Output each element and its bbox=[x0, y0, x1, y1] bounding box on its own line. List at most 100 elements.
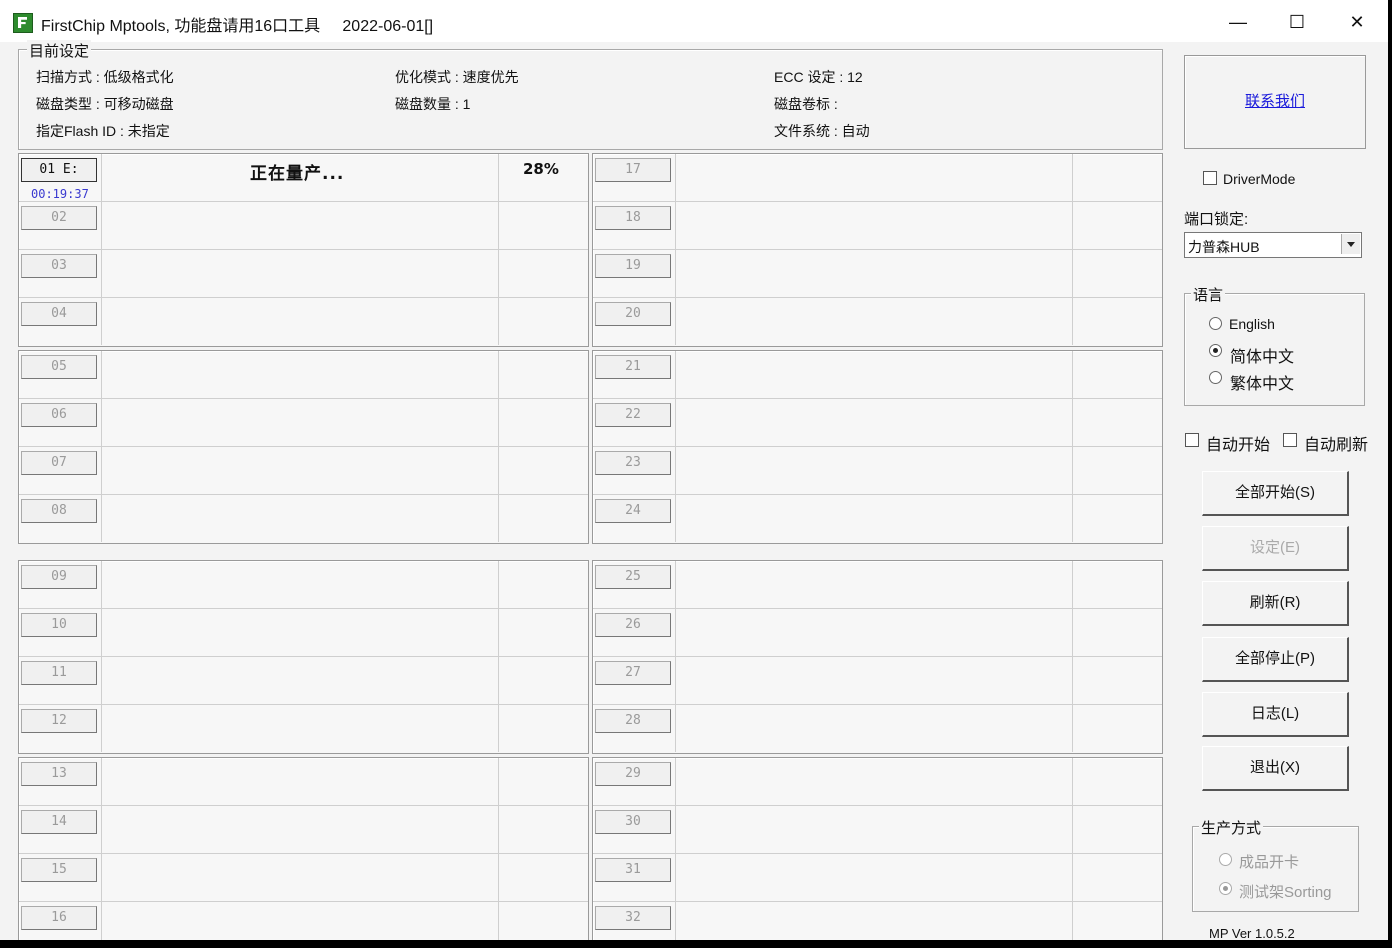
port-button-27[interactable]: 27 bbox=[595, 661, 671, 685]
maximize-button[interactable]: ☐ bbox=[1277, 8, 1317, 36]
port-status-cell bbox=[675, 758, 1072, 805]
port-button-28[interactable]: 28 bbox=[595, 709, 671, 733]
minimize-button[interactable]: — bbox=[1218, 8, 1258, 36]
scan-mode: 扫描方式 : 低级格式化 bbox=[36, 69, 174, 85]
port-row: 14 bbox=[19, 806, 588, 854]
port-button-12[interactable]: 12 bbox=[21, 709, 97, 733]
port-percent-cell bbox=[1072, 657, 1162, 704]
port-percent-cell bbox=[498, 447, 588, 494]
chevron-down-icon[interactable] bbox=[1341, 234, 1360, 254]
port-button-05[interactable]: 05 bbox=[21, 355, 97, 379]
port-button-02[interactable]: 02 bbox=[21, 206, 97, 230]
language-group: 语言 English 简体中文 繁体中文 bbox=[1184, 284, 1365, 406]
port-button-25[interactable]: 25 bbox=[595, 565, 671, 589]
auto-start-checkbox[interactable] bbox=[1185, 433, 1199, 447]
contact-us-link[interactable]: 联系我们 bbox=[1185, 90, 1365, 111]
port-status-cell bbox=[675, 854, 1072, 901]
start-all-button[interactable]: 全部开始(S) bbox=[1202, 471, 1349, 516]
port-button-15[interactable]: 15 bbox=[21, 858, 97, 882]
port-status-cell bbox=[101, 399, 498, 446]
port-button-16[interactable]: 16 bbox=[21, 906, 97, 930]
port-percent-cell bbox=[1072, 298, 1162, 345]
port-button-09[interactable]: 09 bbox=[21, 565, 97, 589]
language-traditional-radio[interactable] bbox=[1209, 371, 1222, 384]
port-percent-cell bbox=[498, 806, 588, 853]
port-lock-select[interactable]: 力普森HUB bbox=[1184, 232, 1362, 258]
port-row: 13 bbox=[19, 758, 588, 806]
log-button[interactable]: 日志(L) bbox=[1202, 692, 1349, 737]
port-status-cell bbox=[675, 447, 1072, 494]
port-button-29[interactable]: 29 bbox=[595, 762, 671, 786]
port-button-14[interactable]: 14 bbox=[21, 810, 97, 834]
port-row: 10 bbox=[19, 609, 588, 657]
port-button-13[interactable]: 13 bbox=[21, 762, 97, 786]
port-button-26[interactable]: 26 bbox=[595, 613, 671, 637]
language-simplified-radio[interactable] bbox=[1209, 344, 1222, 357]
ecc-setting: ECC 设定 : 12 bbox=[774, 69, 863, 85]
driver-mode-checkbox[interactable] bbox=[1203, 171, 1217, 185]
port-button-30[interactable]: 30 bbox=[595, 810, 671, 834]
version-label: MP Ver 1.0.5.2 bbox=[1209, 926, 1295, 940]
port-percent-cell bbox=[498, 609, 588, 656]
port-group-5: 17 18 19 20 bbox=[592, 153, 1163, 347]
port-group-7: 25 26 27 28 bbox=[592, 560, 1163, 754]
exit-button[interactable]: 退出(X) bbox=[1202, 746, 1349, 791]
auto-refresh-checkbox[interactable] bbox=[1283, 433, 1297, 447]
port-status-cell bbox=[675, 298, 1072, 345]
port-row: 31 bbox=[593, 854, 1162, 902]
port-status-cell bbox=[675, 154, 1072, 201]
port-percent-cell bbox=[1072, 250, 1162, 297]
refresh-button[interactable]: 刷新(R) bbox=[1202, 581, 1349, 626]
port-button-10[interactable]: 10 bbox=[21, 613, 97, 637]
port-status-cell bbox=[101, 902, 498, 940]
port-button-20[interactable]: 20 bbox=[595, 302, 671, 326]
port-button-23[interactable]: 23 bbox=[595, 451, 671, 475]
port-button-31[interactable]: 31 bbox=[595, 858, 671, 882]
port-percent-cell bbox=[498, 561, 588, 608]
port-button-11[interactable]: 11 bbox=[21, 661, 97, 685]
port-button-32[interactable]: 32 bbox=[595, 906, 671, 930]
port-row: 06 bbox=[19, 399, 588, 447]
language-traditional-label: 繁体中文 bbox=[1230, 376, 1295, 393]
production-card-radio[interactable] bbox=[1219, 853, 1232, 866]
settings-button[interactable]: 设定(E) bbox=[1202, 526, 1349, 571]
port-status-cell bbox=[675, 202, 1072, 249]
port-button-21[interactable]: 21 bbox=[595, 355, 671, 379]
port-button-07[interactable]: 07 bbox=[21, 451, 97, 475]
port-percent-cell bbox=[1072, 561, 1162, 608]
port-button-06[interactable]: 06 bbox=[21, 403, 97, 427]
port-row: 16 bbox=[19, 902, 588, 940]
port-button-04[interactable]: 04 bbox=[21, 302, 97, 326]
port-button-01[interactable]: 01 E: bbox=[21, 158, 97, 182]
port-row: 03 bbox=[19, 250, 588, 298]
port-button-22[interactable]: 22 bbox=[595, 403, 671, 427]
port-row: 28 bbox=[593, 705, 1162, 752]
port-row: 30 bbox=[593, 806, 1162, 854]
port-status-cell bbox=[101, 561, 498, 608]
port-percent-cell bbox=[1072, 351, 1162, 398]
port-status-cell bbox=[675, 561, 1072, 608]
port-status-cell bbox=[101, 298, 498, 345]
port-button-17[interactable]: 17 bbox=[595, 158, 671, 182]
port-button-24[interactable]: 24 bbox=[595, 499, 671, 523]
port-percent-cell bbox=[1072, 758, 1162, 805]
stop-all-button[interactable]: 全部停止(P) bbox=[1202, 637, 1349, 682]
port-percent-cell bbox=[498, 758, 588, 805]
port-button-08[interactable]: 08 bbox=[21, 499, 97, 523]
window-title: FirstChip Mptools, 功能盘请用16口工具 2022-06-01… bbox=[41, 18, 434, 35]
production-sorting-radio[interactable] bbox=[1219, 882, 1232, 895]
port-row: 24 bbox=[593, 495, 1162, 542]
port-row: 26 bbox=[593, 609, 1162, 657]
language-english-radio[interactable] bbox=[1209, 317, 1222, 330]
port-button-03[interactable]: 03 bbox=[21, 254, 97, 278]
volume-label: 磁盘卷标 : bbox=[774, 96, 838, 112]
port-status-cell bbox=[675, 495, 1072, 542]
port-row: 09 bbox=[19, 561, 588, 609]
port-group-3: 09 10 11 12 bbox=[18, 560, 589, 754]
port-status-text: 正在量产... bbox=[250, 164, 345, 184]
port-button-19[interactable]: 19 bbox=[595, 254, 671, 278]
port-percent-cell: 28% bbox=[498, 154, 588, 201]
close-button[interactable]: ✕ bbox=[1337, 8, 1377, 36]
port-button-18[interactable]: 18 bbox=[595, 206, 671, 230]
disk-type: 磁盘类型 : 可移动磁盘 bbox=[36, 96, 174, 112]
